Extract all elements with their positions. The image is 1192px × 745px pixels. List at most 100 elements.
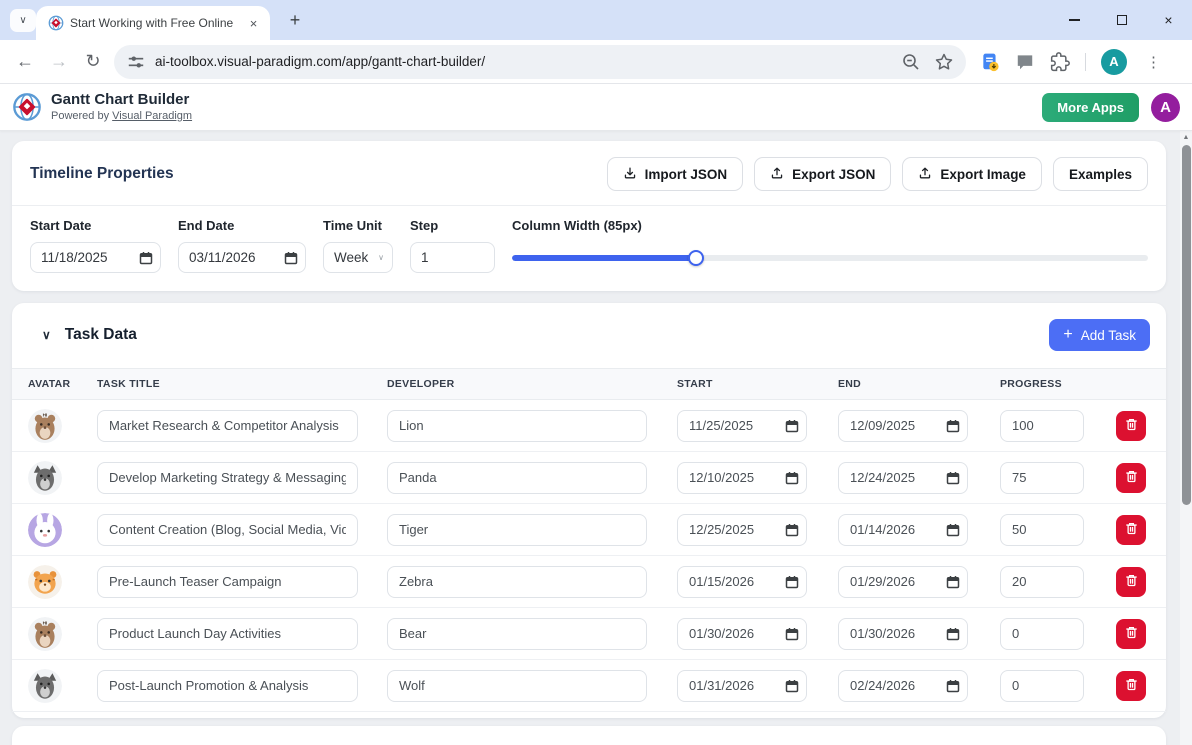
developer-input[interactable] [387, 514, 647, 546]
delete-task-button[interactable] [1116, 463, 1146, 493]
step-input[interactable] [410, 242, 495, 273]
progress-input[interactable] [1000, 410, 1084, 442]
task-title-input[interactable] [97, 410, 358, 442]
delete-task-button[interactable] [1116, 411, 1146, 441]
tiger-avatar [28, 565, 62, 599]
task-data-card: ∨ Task Data +Add Task AVATAR TASK TITLE … [12, 303, 1166, 718]
extensions-puzzle-icon[interactable] [1050, 52, 1070, 72]
column-width-slider-thumb[interactable] [688, 250, 704, 266]
start-date-label: Start Date [30, 218, 161, 233]
calendar-icon[interactable] [785, 523, 799, 537]
task-table-body: HI HI [12, 400, 1166, 712]
calendar-icon[interactable] [946, 627, 960, 641]
minimize-icon [1069, 19, 1080, 21]
export-json-button[interactable]: Export JSON [754, 157, 891, 191]
url-bar[interactable]: ai-toolbox.visual-paradigm.com/app/gantt… [114, 45, 966, 79]
calendar-icon[interactable] [785, 627, 799, 641]
site-settings-icon[interactable] [126, 52, 146, 72]
examples-label: Examples [1069, 167, 1132, 182]
calendar-icon[interactable] [946, 419, 960, 433]
table-row [12, 504, 1166, 556]
tab-close-icon[interactable]: × [245, 15, 262, 32]
add-task-label: Add Task [1081, 328, 1136, 343]
column-header-avatar: AVATAR [28, 378, 97, 390]
delete-task-button[interactable] [1116, 671, 1146, 701]
task-title-input[interactable] [97, 618, 358, 650]
forward-button[interactable]: → [42, 45, 76, 79]
developer-input[interactable] [387, 670, 647, 702]
table-row: HI [12, 400, 1166, 452]
developer-input[interactable] [387, 462, 647, 494]
calendar-icon[interactable] [284, 251, 298, 265]
window-close-button[interactable]: × [1145, 0, 1192, 40]
examples-button[interactable]: Examples [1053, 157, 1148, 191]
new-tab-button[interactable]: + [283, 8, 307, 32]
column-header-task-title: TASK TITLE [97, 378, 387, 390]
back-button[interactable]: ← [8, 45, 42, 79]
developer-input[interactable] [387, 566, 647, 598]
more-apps-button[interactable]: More Apps [1042, 93, 1139, 122]
calendar-icon[interactable] [785, 471, 799, 485]
browser-tab[interactable]: Start Working with Free Online × [36, 6, 270, 40]
task-title-input[interactable] [97, 462, 358, 494]
scrollbar-thumb[interactable] [1182, 145, 1191, 505]
calendar-icon[interactable] [785, 679, 799, 693]
collapse-chevron-icon[interactable]: ∨ [42, 328, 51, 342]
rabbit-avatar [28, 513, 62, 547]
browser-window: ∨ Start Working with Free Online × + × ←… [0, 0, 1192, 745]
toolbar-separator [1085, 53, 1086, 71]
bear-avatar: HI [28, 617, 62, 651]
bear-avatar: HI [28, 409, 62, 443]
tab-search-chevron-icon[interactable]: ∨ [10, 9, 36, 32]
developer-input[interactable] [387, 618, 647, 650]
time-unit-select[interactable]: Week∨ [323, 242, 393, 273]
docs-offline-extension-icon[interactable] [980, 52, 1000, 72]
calendar-icon[interactable] [946, 575, 960, 589]
window-maximize-button[interactable] [1098, 0, 1145, 40]
column-width-slider[interactable] [512, 242, 1148, 273]
extensions-area: A ⋮ [980, 49, 1165, 75]
browser-profile-avatar[interactable]: A [1101, 49, 1127, 75]
progress-input[interactable] [1000, 618, 1084, 650]
trash-icon [1124, 573, 1139, 591]
delete-task-button[interactable] [1116, 567, 1146, 597]
feedback-bubble-extension-icon[interactable] [1015, 52, 1035, 72]
bookmark-star-icon[interactable] [934, 52, 954, 72]
progress-input[interactable] [1000, 514, 1084, 546]
end-date-label: End Date [178, 218, 306, 233]
app-title: Gantt Chart Builder [51, 91, 192, 110]
wolf-avatar [28, 461, 62, 495]
task-title-input[interactable] [97, 566, 358, 598]
window-minimize-button[interactable] [1051, 0, 1098, 40]
delete-task-button[interactable] [1116, 619, 1146, 649]
scrollbar-up-arrow-icon[interactable]: ▲ [1180, 134, 1192, 141]
table-row [12, 660, 1166, 712]
window-controls: × [1051, 0, 1192, 40]
visual-paradigm-favicon-icon [48, 15, 64, 31]
calendar-icon[interactable] [785, 575, 799, 589]
task-table-header: AVATAR TASK TITLE DEVELOPER START END PR… [12, 368, 1166, 400]
calendar-icon[interactable] [946, 471, 960, 485]
browser-toolbar: ← → ↻ ai-toolbox.visual-paradigm.com/app… [0, 40, 1192, 84]
visual-paradigm-link[interactable]: Visual Paradigm [112, 110, 192, 122]
zoom-out-icon[interactable] [901, 52, 921, 72]
user-avatar[interactable]: A [1151, 93, 1180, 122]
developer-input[interactable] [387, 410, 647, 442]
export-image-button[interactable]: Export Image [902, 157, 1042, 191]
calendar-icon[interactable] [139, 251, 153, 265]
progress-input[interactable] [1000, 566, 1084, 598]
task-title-input[interactable] [97, 670, 358, 702]
add-task-button[interactable]: +Add Task [1049, 319, 1150, 351]
task-title-input[interactable] [97, 514, 358, 546]
progress-input[interactable] [1000, 670, 1084, 702]
delete-task-button[interactable] [1116, 515, 1146, 545]
calendar-icon[interactable] [785, 419, 799, 433]
import-json-button[interactable]: Import JSON [607, 157, 744, 191]
calendar-icon[interactable] [946, 523, 960, 537]
browser-menu-icon[interactable]: ⋮ [1142, 53, 1165, 71]
page-scrollbar[interactable]: ▲ [1180, 131, 1192, 745]
chevron-down-icon: ∨ [378, 253, 384, 262]
progress-input[interactable] [1000, 462, 1084, 494]
calendar-icon[interactable] [946, 679, 960, 693]
reload-button[interactable]: ↻ [76, 45, 110, 79]
